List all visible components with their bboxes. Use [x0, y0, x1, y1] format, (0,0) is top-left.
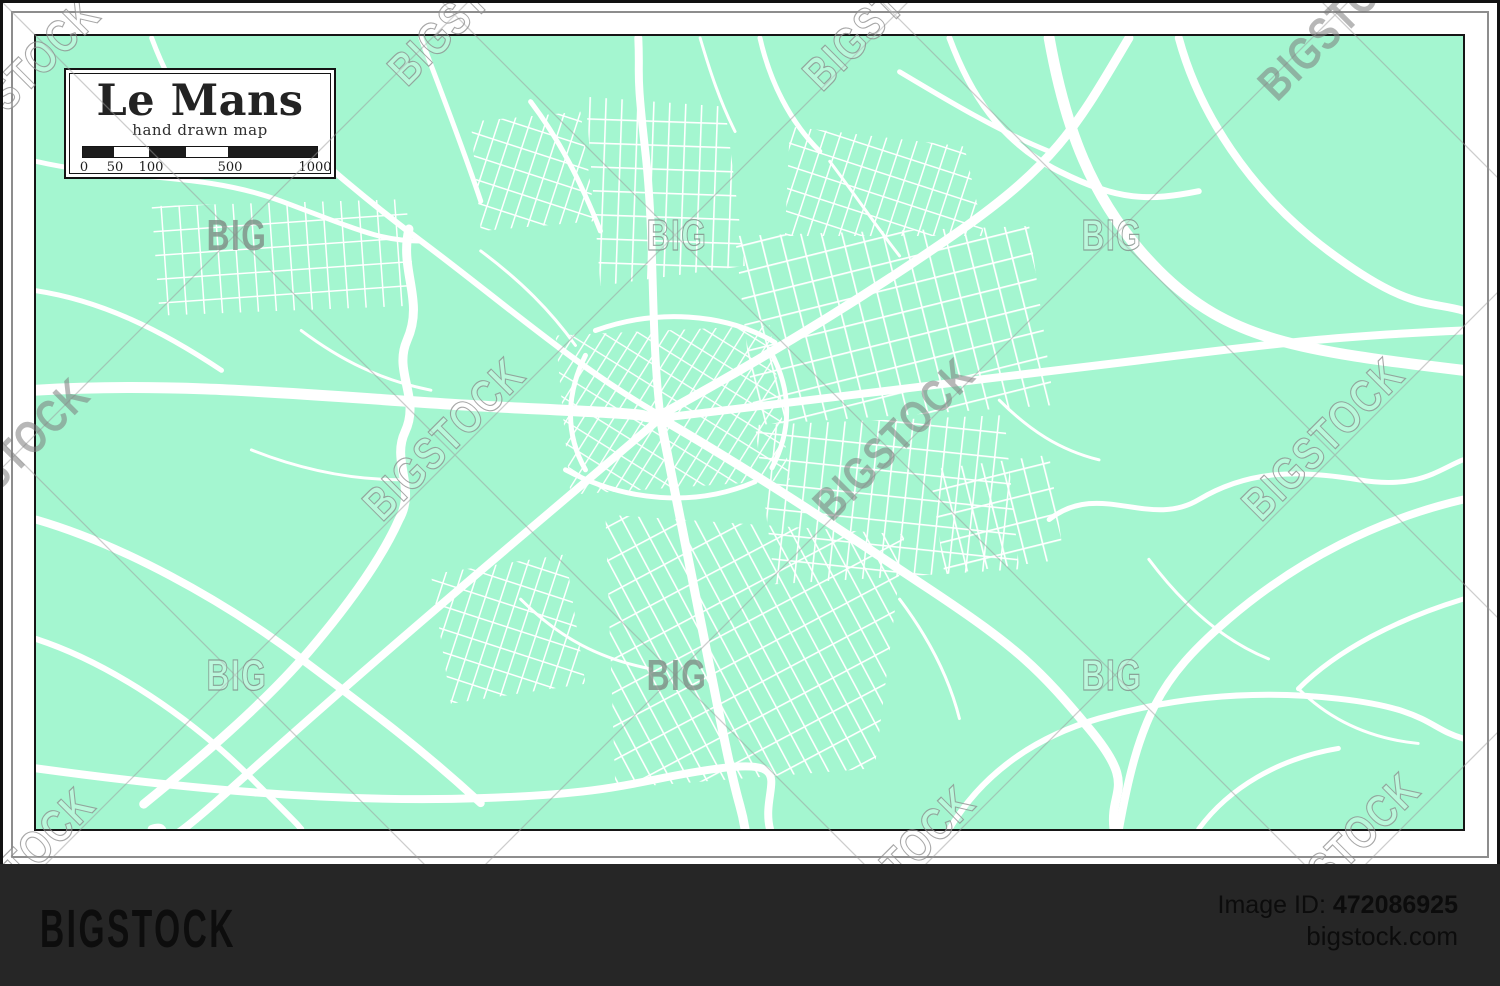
- footer-info: Image ID: 472086925 bigstock.com: [1218, 890, 1458, 952]
- image-id-value: 472086925: [1332, 891, 1458, 919]
- image-id-line: Image ID: 472086925: [1218, 890, 1458, 920]
- map-title-box-inner: Le Mans hand drawn map 0 50 100 500 1000: [69, 73, 332, 176]
- scale-tick-label: 50: [106, 160, 124, 175]
- map-title: Le Mans: [96, 76, 304, 126]
- stock-image-preview: Le Mans hand drawn map 0 50 100 500 1000: [0, 0, 1500, 986]
- scale-tick-label: 1000: [298, 160, 332, 175]
- scale-tick-label: 500: [217, 160, 243, 175]
- scale-segment: [227, 147, 317, 157]
- scale-segment: [113, 147, 150, 157]
- image-id-label: Image ID:: [1217, 891, 1326, 919]
- scale-segment: [149, 147, 187, 157]
- scale-segment: [83, 147, 114, 157]
- bigstock-logo: BIGSTOCK: [40, 899, 236, 959]
- map-title-box: Le Mans hand drawn map 0 50 100 500 1000: [64, 68, 336, 179]
- scale-bar-wrap: 0 50 100 500 1000: [79, 146, 332, 176]
- website-text: bigstock.com: [1306, 921, 1458, 951]
- scale-tick-label: 100: [138, 160, 164, 175]
- footer-bar: BIGSTOCK Image ID: 472086925 bigstock.co…: [0, 864, 1500, 986]
- scale-tick-label: 0: [79, 160, 89, 175]
- scale-bar: [82, 146, 318, 158]
- scale-segment: [186, 147, 228, 157]
- scale-labels: 0 50 100 500 1000: [79, 160, 332, 176]
